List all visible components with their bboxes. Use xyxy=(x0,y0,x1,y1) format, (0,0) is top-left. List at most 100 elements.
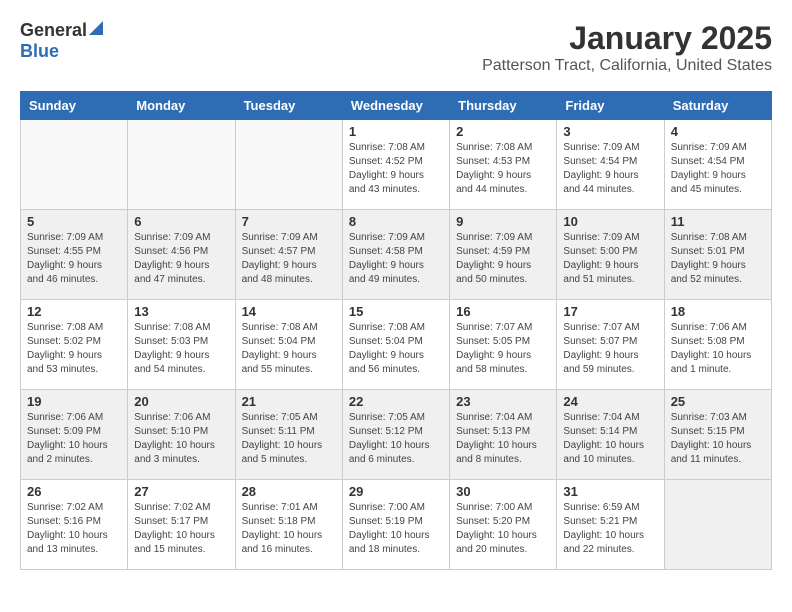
day-number: 3 xyxy=(563,124,657,139)
day-header: Sunday xyxy=(21,92,128,120)
calendar-table: SundayMondayTuesdayWednesdayThursdayFrid… xyxy=(20,91,772,570)
calendar-cell: 25 Sunrise: 7:03 AM Sunset: 5:15 PM Dayli… xyxy=(664,390,771,480)
day-info: Sunrise: 7:09 AM Sunset: 4:58 PM Dayligh… xyxy=(349,231,443,287)
day-info: Sunrise: 7:07 AM Sunset: 5:05 PM Dayligh… xyxy=(456,321,550,377)
day-info: Sunrise: 7:08 AM Sunset: 5:01 PM Dayligh… xyxy=(671,231,765,287)
day-info: Sunrise: 7:05 AM Sunset: 5:11 PM Dayligh… xyxy=(242,411,336,467)
day-info: Sunrise: 7:09 AM Sunset: 4:54 PM Dayligh… xyxy=(671,141,765,197)
calendar-cell: 10 Sunrise: 7:09 AM Sunset: 5:00 PM Dayli… xyxy=(557,210,664,300)
day-number: 24 xyxy=(563,394,657,409)
month-title: January 2025 xyxy=(482,20,772,57)
calendar-cell: 11 Sunrise: 7:08 AM Sunset: 5:01 PM Dayli… xyxy=(664,210,771,300)
calendar-cell: 3 Sunrise: 7:09 AM Sunset: 4:54 PM Daylig… xyxy=(557,120,664,210)
day-header: Thursday xyxy=(450,92,557,120)
page-header: General Blue January 2025 Patterson Trac… xyxy=(20,20,772,75)
day-number: 1 xyxy=(349,124,443,139)
calendar-cell: 20 Sunrise: 7:06 AM Sunset: 5:10 PM Dayli… xyxy=(128,390,235,480)
calendar-cell: 16 Sunrise: 7:07 AM Sunset: 5:05 PM Dayli… xyxy=(450,300,557,390)
day-info: Sunrise: 7:08 AM Sunset: 5:02 PM Dayligh… xyxy=(27,321,121,377)
day-number: 21 xyxy=(242,394,336,409)
day-number: 18 xyxy=(671,304,765,319)
calendar-cell xyxy=(128,120,235,210)
calendar-cell: 2Sunrise: 7:08 AM Sunset: 4:53 PM Daylig… xyxy=(450,120,557,210)
day-number: 11 xyxy=(671,214,765,229)
day-number: 16 xyxy=(456,304,550,319)
calendar-cell: 1 Sunrise: 7:08 AM Sunset: 4:52 PM Daylig… xyxy=(342,120,449,210)
day-info: Sunrise: 7:04 AM Sunset: 5:13 PM Dayligh… xyxy=(456,411,550,467)
day-info: Sunrise: 7:09 AM Sunset: 4:54 PM Dayligh… xyxy=(563,141,657,197)
day-number: 20 xyxy=(134,394,228,409)
day-info: Sunrise: 7:02 AM Sunset: 5:17 PM Dayligh… xyxy=(134,501,228,557)
day-info: Sunrise: 7:06 AM Sunset: 5:10 PM Dayligh… xyxy=(134,411,228,467)
logo: General Blue xyxy=(20,20,103,62)
day-info: Sunrise: 7:04 AM Sunset: 5:14 PM Dayligh… xyxy=(563,411,657,467)
day-number: 29 xyxy=(349,484,443,499)
day-number: 2 xyxy=(456,124,550,139)
calendar-cell: 8Sunrise: 7:09 AM Sunset: 4:58 PM Daylig… xyxy=(342,210,449,300)
day-number: 4 xyxy=(671,124,765,139)
day-info: Sunrise: 7:00 AM Sunset: 5:19 PM Dayligh… xyxy=(349,501,443,557)
calendar-cell: 13 Sunrise: 7:08 AM Sunset: 5:03 PM Dayli… xyxy=(128,300,235,390)
calendar-cell: 5 Sunrise: 7:09 AM Sunset: 4:55 PM Daylig… xyxy=(21,210,128,300)
day-info: Sunrise: 7:03 AM Sunset: 5:15 PM Dayligh… xyxy=(671,411,765,467)
day-number: 30 xyxy=(456,484,550,499)
day-number: 7 xyxy=(242,214,336,229)
day-number: 10 xyxy=(563,214,657,229)
calendar-cell: 4 Sunrise: 7:09 AM Sunset: 4:54 PM Daylig… xyxy=(664,120,771,210)
calendar-cell: 6Sunrise: 7:09 AM Sunset: 4:56 PM Daylig… xyxy=(128,210,235,300)
day-info: Sunrise: 7:07 AM Sunset: 5:07 PM Dayligh… xyxy=(563,321,657,377)
day-header: Monday xyxy=(128,92,235,120)
calendar-cell xyxy=(21,120,128,210)
day-info: Sunrise: 7:00 AM Sunset: 5:20 PM Dayligh… xyxy=(456,501,550,557)
calendar-cell xyxy=(235,120,342,210)
day-info: Sunrise: 7:01 AM Sunset: 5:18 PM Dayligh… xyxy=(242,501,336,557)
calendar-cell: 28 Sunrise: 7:01 AM Sunset: 5:18 PM Dayli… xyxy=(235,480,342,570)
day-info: Sunrise: 7:09 AM Sunset: 4:55 PM Dayligh… xyxy=(27,231,121,287)
day-number: 5 xyxy=(27,214,121,229)
day-info: Sunrise: 7:08 AM Sunset: 5:03 PM Dayligh… xyxy=(134,321,228,377)
calendar-cell: 14Sunrise: 7:08 AM Sunset: 5:04 PM Dayli… xyxy=(235,300,342,390)
calendar-cell: 22 Sunrise: 7:05 AM Sunset: 5:12 PM Dayli… xyxy=(342,390,449,480)
calendar-cell: 27 Sunrise: 7:02 AM Sunset: 5:17 PM Dayli… xyxy=(128,480,235,570)
logo-general-text: General xyxy=(20,20,87,41)
calendar-cell: 7 Sunrise: 7:09 AM Sunset: 4:57 PM Daylig… xyxy=(235,210,342,300)
day-number: 26 xyxy=(27,484,121,499)
calendar-cell: 15Sunrise: 7:08 AM Sunset: 5:04 PM Dayli… xyxy=(342,300,449,390)
logo-blue-text: Blue xyxy=(20,41,59,61)
calendar-header-row: SundayMondayTuesdayWednesdayThursdayFrid… xyxy=(21,92,772,120)
calendar-cell: 29 Sunrise: 7:00 AM Sunset: 5:19 PM Dayli… xyxy=(342,480,449,570)
day-number: 17 xyxy=(563,304,657,319)
day-header: Wednesday xyxy=(342,92,449,120)
day-info: Sunrise: 7:09 AM Sunset: 5:00 PM Dayligh… xyxy=(563,231,657,287)
calendar-cell xyxy=(664,480,771,570)
calendar-week-row: 26 Sunrise: 7:02 AM Sunset: 5:16 PM Dayli… xyxy=(21,480,772,570)
day-info: Sunrise: 7:02 AM Sunset: 5:16 PM Dayligh… xyxy=(27,501,121,557)
day-number: 22 xyxy=(349,394,443,409)
day-header: Friday xyxy=(557,92,664,120)
calendar-cell: 12Sunrise: 7:08 AM Sunset: 5:02 PM Dayli… xyxy=(21,300,128,390)
day-info: Sunrise: 7:06 AM Sunset: 5:09 PM Dayligh… xyxy=(27,411,121,467)
day-number: 28 xyxy=(242,484,336,499)
day-number: 6 xyxy=(134,214,228,229)
day-header: Saturday xyxy=(664,92,771,120)
day-info: Sunrise: 7:08 AM Sunset: 4:52 PM Dayligh… xyxy=(349,141,443,197)
day-info: Sunrise: 7:06 AM Sunset: 5:08 PM Dayligh… xyxy=(671,321,765,377)
day-number: 23 xyxy=(456,394,550,409)
day-info: Sunrise: 7:05 AM Sunset: 5:12 PM Dayligh… xyxy=(349,411,443,467)
logo-icon xyxy=(89,21,103,40)
calendar-week-row: 12Sunrise: 7:08 AM Sunset: 5:02 PM Dayli… xyxy=(21,300,772,390)
location-title: Patterson Tract, California, United Stat… xyxy=(482,57,772,75)
calendar-cell: 24 Sunrise: 7:04 AM Sunset: 5:14 PM Dayli… xyxy=(557,390,664,480)
day-info: Sunrise: 7:08 AM Sunset: 5:04 PM Dayligh… xyxy=(349,321,443,377)
calendar-week-row: 1 Sunrise: 7:08 AM Sunset: 4:52 PM Daylig… xyxy=(21,120,772,210)
day-number: 19 xyxy=(27,394,121,409)
day-number: 13 xyxy=(134,304,228,319)
calendar-cell: 21 Sunrise: 7:05 AM Sunset: 5:11 PM Dayli… xyxy=(235,390,342,480)
day-number: 27 xyxy=(134,484,228,499)
day-info: Sunrise: 7:09 AM Sunset: 4:57 PM Dayligh… xyxy=(242,231,336,287)
calendar-cell: 26 Sunrise: 7:02 AM Sunset: 5:16 PM Dayli… xyxy=(21,480,128,570)
calendar-cell: 9Sunrise: 7:09 AM Sunset: 4:59 PM Daylig… xyxy=(450,210,557,300)
day-number: 25 xyxy=(671,394,765,409)
calendar-cell: 23 Sunrise: 7:04 AM Sunset: 5:13 PM Dayli… xyxy=(450,390,557,480)
calendar-cell: 30 Sunrise: 7:00 AM Sunset: 5:20 PM Dayli… xyxy=(450,480,557,570)
